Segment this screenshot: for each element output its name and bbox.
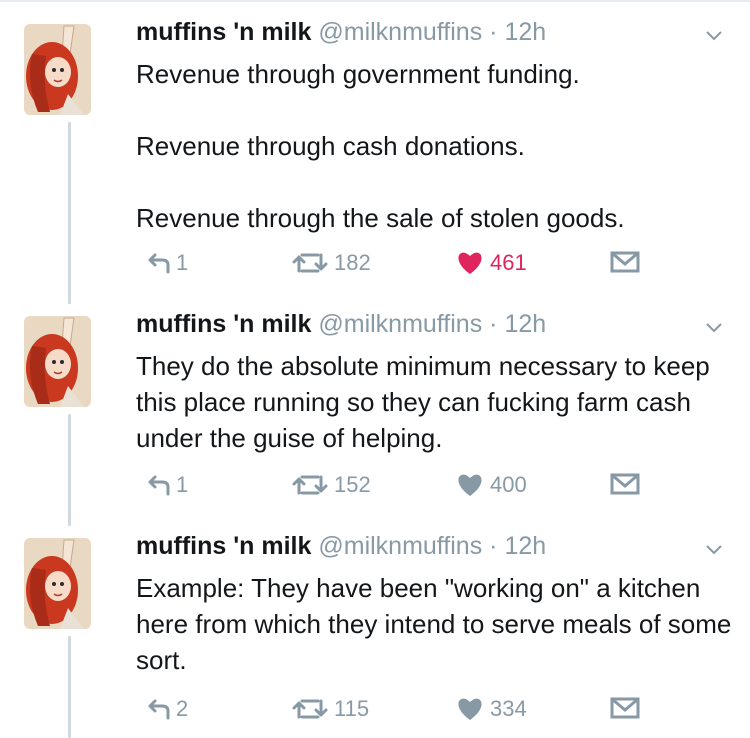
direct-message-button[interactable] — [610, 250, 640, 274]
like-button[interactable]: 400 — [456, 472, 527, 498]
author-name[interactable]: muffins 'n milk — [136, 310, 311, 338]
author-handle[interactable]: @milknmuffins — [318, 532, 482, 560]
reply-button[interactable]: 1 — [142, 472, 188, 498]
retweet-icon — [292, 699, 328, 719]
separator-dot: · — [489, 18, 498, 46]
like-button[interactable]: 334 — [456, 696, 527, 722]
chevron-down-icon[interactable] — [704, 540, 724, 560]
reply-button[interactable]: 2 — [142, 696, 188, 722]
retweet-count: 182 — [334, 250, 371, 275]
author-handle[interactable]: @milknmuffins — [318, 310, 482, 338]
retweet-icon — [292, 253, 328, 273]
avatar[interactable] — [24, 538, 91, 629]
thread-line — [68, 414, 71, 526]
avatar[interactable] — [24, 24, 91, 115]
tweet-paragraph: Example: They have been "working on" a k… — [136, 573, 732, 675]
thread-line — [68, 636, 71, 738]
tweet-paragraph: Revenue through government funding. — [136, 59, 580, 89]
reply-icon — [148, 475, 170, 496]
tweet-actions: 1 182 461 — [142, 250, 662, 282]
author-handle[interactable]: @milknmuffins — [318, 18, 482, 46]
top-divider — [0, 0, 750, 2]
tweet-text: They do the absolute minimum necessary t… — [136, 348, 736, 456]
tweet-header: muffins 'n milk @milknmuffins · 12h — [136, 310, 546, 338]
chevron-down-icon[interactable] — [704, 26, 724, 46]
envelope-icon — [610, 697, 640, 719]
tweet-actions: 2 115 334 — [142, 696, 662, 728]
like-button[interactable]: 461 — [456, 250, 527, 276]
like-count: 461 — [490, 250, 527, 275]
thread-line — [68, 122, 71, 304]
tweet-paragraph: Revenue through cash donations. — [136, 131, 525, 161]
chevron-down-icon[interactable] — [704, 318, 724, 338]
direct-message-button[interactable] — [610, 696, 640, 720]
reply-count: 1 — [176, 250, 189, 275]
separator-dot: · — [489, 310, 498, 338]
direct-message-button[interactable] — [610, 472, 640, 496]
timestamp[interactable]: 12h — [504, 532, 546, 560]
heart-icon — [458, 474, 482, 496]
timestamp[interactable]: 12h — [504, 310, 546, 338]
author-name[interactable]: muffins 'n milk — [136, 18, 311, 46]
author-name[interactable]: muffins 'n milk — [136, 532, 311, 560]
reply-count: 1 — [176, 472, 189, 497]
retweet-button[interactable]: 182 — [292, 250, 371, 276]
retweet-count: 115 — [334, 696, 370, 721]
retweet-count: 152 — [334, 472, 371, 497]
retweet-icon — [292, 475, 328, 495]
timestamp[interactable]: 12h — [504, 18, 546, 46]
tweet-header: muffins 'n milk @milknmuffins · 12h — [136, 18, 546, 46]
tweet-text: Revenue through government funding. Reve… — [136, 56, 736, 236]
envelope-icon — [610, 251, 640, 273]
tweet-paragraph: They do the absolute minimum necessary t… — [136, 351, 710, 453]
heart-icon — [458, 698, 482, 720]
tweet-actions: 1 152 400 — [142, 472, 662, 504]
heart-icon — [458, 252, 482, 274]
reply-count: 2 — [176, 696, 189, 721]
reply-icon — [148, 253, 170, 274]
tweet-text: Example: They have been "working on" a k… — [136, 570, 736, 678]
retweet-button[interactable]: 115 — [292, 696, 369, 722]
like-count: 400 — [490, 472, 527, 497]
envelope-icon — [610, 473, 640, 495]
avatar[interactable] — [24, 316, 91, 407]
reply-button[interactable]: 1 — [142, 250, 188, 276]
tweet-header: muffins 'n milk @milknmuffins · 12h — [136, 532, 546, 560]
retweet-button[interactable]: 152 — [292, 472, 371, 498]
tweet-paragraph: Revenue through the sale of stolen goods… — [136, 203, 625, 233]
separator-dot: · — [489, 532, 498, 560]
like-count: 334 — [490, 696, 527, 721]
reply-icon — [148, 699, 170, 720]
